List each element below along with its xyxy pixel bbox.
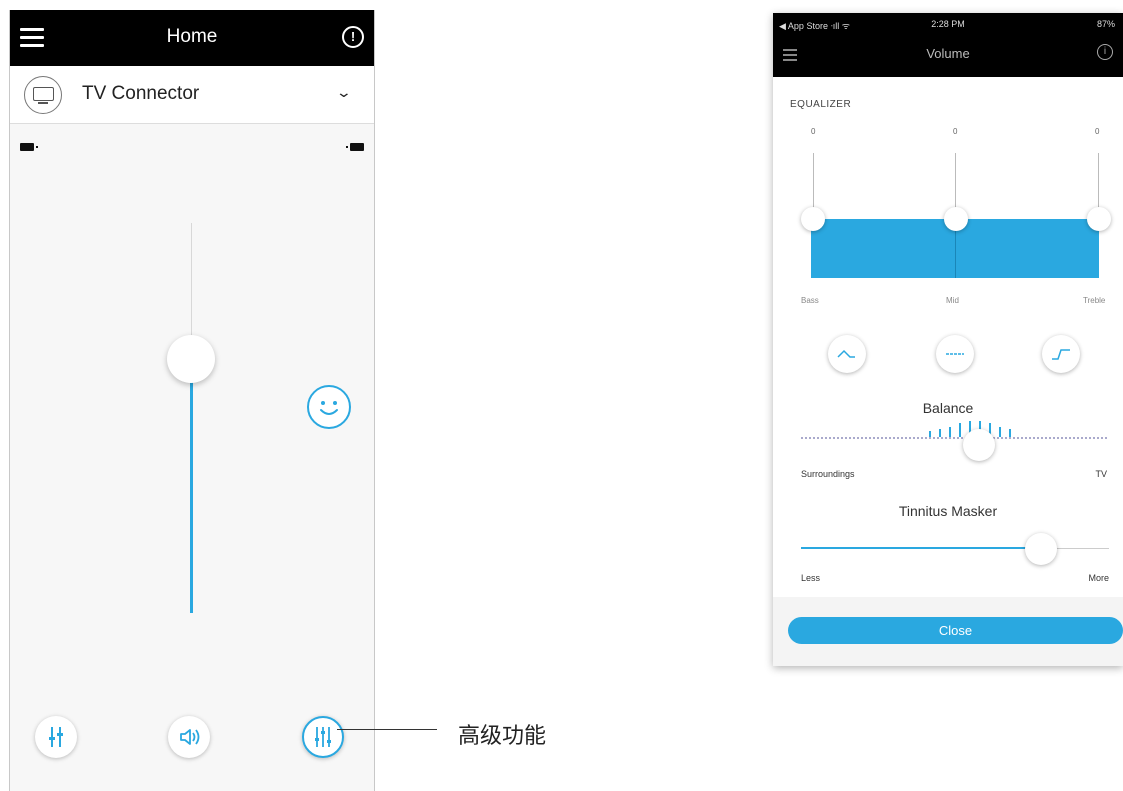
eq-preset-treble-boost-button[interactable] [1042,335,1080,373]
status-time: 2:28 PM [931,19,965,29]
tinnitus-title: Tinnitus Masker [898,503,998,519]
eq-value-bass: 0 [811,127,816,136]
eq-value-treble: 0 [1095,127,1100,136]
tinnitus-slider-fill [801,547,1041,549]
volume-screen: ◀ App Store ᐧıll ᯤ 2:28 PM 87% Volume i … [773,13,1123,666]
eq-flat-icon [946,353,964,355]
left-battery-icon [20,143,34,151]
right-battery-dot [346,146,348,148]
eq-value-mid: 0 [953,127,958,136]
eq-knob-bass[interactable] [801,207,825,231]
balance-slider-knob[interactable] [963,429,995,461]
eq-peak-icon [837,349,855,358]
eq-knob-mid[interactable] [944,207,968,231]
volume-slider-knob[interactable] [167,335,215,383]
advanced-sliders-icon [315,727,331,747]
eq-treble-boost-icon [1052,349,1070,360]
page-title: Volume [926,46,970,61]
device-selector[interactable]: TV Connector ⌄ [10,66,374,124]
app-header: ◀ App Store ᐧıll ᯤ 2:28 PM 87% Volume i [773,13,1123,77]
status-battery: 87% [1096,19,1115,29]
smiley-icon[interactable] [307,385,351,429]
volume-slider-fill [190,358,193,613]
eq-knob-treble[interactable] [1087,207,1111,231]
speaker-icon [180,729,200,745]
equalizer-icon [49,727,63,747]
eq-preset-peak-button[interactable] [828,335,866,373]
page-title: Home [166,26,218,47]
balance-right-label: TV [1095,469,1107,479]
right-battery-icon [350,143,364,151]
callout-label: 高级功能 [458,724,547,749]
left-battery-dot [36,146,38,148]
tv-icon [24,76,62,114]
close-button[interactable]: Close [788,617,1123,644]
eq-preset-flat-button[interactable] [936,335,974,373]
device-name: TV Connector [82,83,200,104]
advanced-features-button[interactable] [302,716,344,758]
balance-title: Balance [922,400,974,416]
app-header: Home ! [10,10,374,66]
tinnitus-slider-knob[interactable] [1025,533,1057,565]
balance-left-label: Surroundings [801,469,855,479]
tinnitus-more-label: More [1088,573,1109,583]
home-screen: Home ! TV Connector ⌄ [9,10,375,791]
eq-band-treble: Treble [1083,296,1106,305]
speaker-button[interactable] [168,716,210,758]
tinnitus-less-label: Less [801,573,821,583]
eq-band-mid: Mid [946,296,959,305]
eq-band-bass: Bass [801,296,819,305]
callout-line [337,729,437,730]
chevron-down-icon[interactable]: ⌄ [336,84,352,101]
equalizer-button[interactable] [35,716,77,758]
equalizer-label: EQUALIZER [790,99,852,110]
info-icon[interactable]: i [1097,44,1113,60]
info-icon[interactable]: ! [342,26,364,48]
